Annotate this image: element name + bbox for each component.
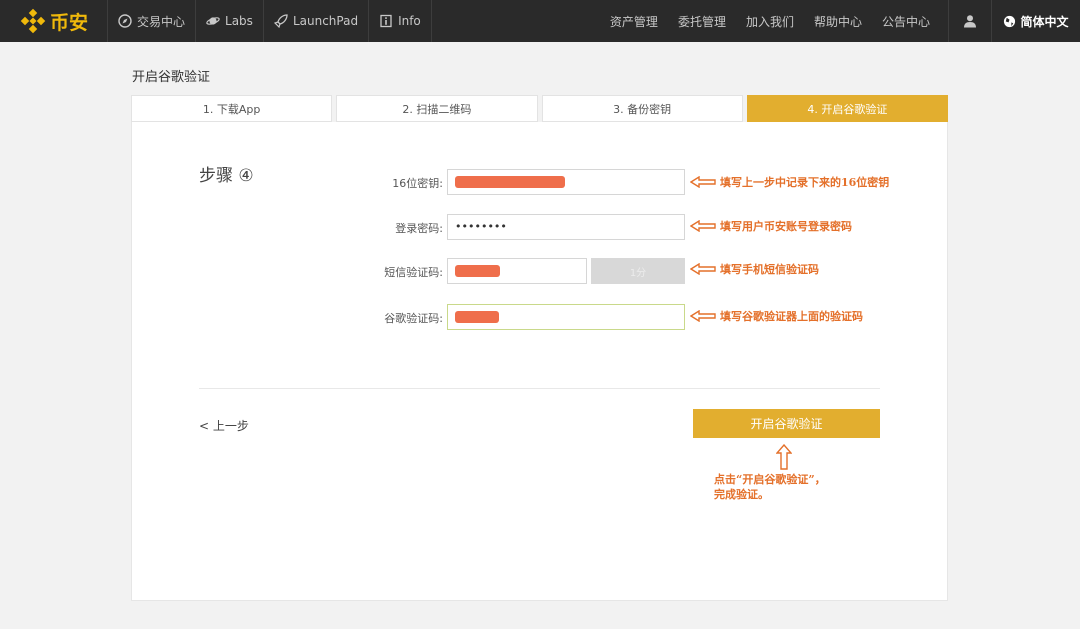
annotation-text: 填写手机短信验证码: [720, 263, 819, 276]
nav-announcements[interactable]: 公告中心: [872, 13, 940, 30]
sms-code-label: 短信验证码:: [384, 266, 443, 279]
nav-label: 交易中心: [137, 14, 186, 29]
nav-item-launchpad[interactable]: LaunchPad: [264, 0, 370, 42]
nav-left: 交易中心 Labs LaunchPad Info: [108, 0, 432, 42]
nav-asset-management[interactable]: 资产管理: [600, 13, 668, 30]
annotation-login-password: 填写用户币安账号登录密码: [690, 218, 852, 234]
globe-icon: [1004, 15, 1016, 27]
nav-label: LaunchPad: [292, 14, 359, 28]
annotation-google-code: 填写谷歌验证器上面的验证码: [690, 308, 863, 324]
user-icon: [964, 15, 976, 28]
annotation-text: 填写用户币安账号登录密码: [720, 220, 852, 233]
step-scan-qr: 2. 扫描二维码: [336, 95, 538, 122]
arrow-left-icon: [690, 220, 716, 232]
step-download-app: 1. 下载App: [131, 95, 333, 122]
compass-icon: [118, 14, 132, 28]
nav-item-labs[interactable]: Labs: [196, 0, 264, 42]
annotation-text: 填写谷歌验证器上面的验证码: [720, 310, 863, 323]
nav-label: Labs: [225, 14, 253, 28]
arrow-left-icon: [690, 263, 716, 275]
nav-right: 资产管理 委托管理 加入我们 帮助中心 公告中心 简体中文: [600, 0, 1080, 42]
page-title: 开启谷歌验证: [132, 70, 211, 85]
google-code-label: 谷歌验证码:: [384, 312, 443, 325]
nav-item-trading-center[interactable]: 交易中心: [108, 0, 197, 42]
annotation-secret-key: 填写上一步中记录下来的16位密钥: [690, 174, 889, 190]
arrow-left-icon: [690, 310, 716, 322]
nav-item-info[interactable]: Info: [369, 0, 432, 42]
step-enable-google-auth: 4. 开启谷歌验证: [746, 95, 948, 122]
section-divider: [199, 388, 880, 389]
arrow-left-icon: [690, 176, 716, 188]
language-label: 简体中文: [1020, 14, 1069, 29]
step-heading: 步骤 ④: [199, 166, 254, 186]
password-mask: ••••••••: [455, 220, 507, 233]
secret-key-label: 16位密钥:: [392, 177, 443, 190]
click-instruction-note: 点击“开启谷歌验证”， 完成验证。: [714, 472, 826, 502]
step-backup-key: 3. 备份密钥: [541, 95, 743, 122]
nav-help-center[interactable]: 帮助中心: [804, 13, 872, 30]
send-sms-button[interactable]: 1分: [591, 258, 685, 284]
click-note-line: 点击“开启谷歌验证”，: [714, 473, 826, 486]
arrow-up-icon: [776, 444, 792, 470]
brand-logo[interactable]: 币安: [0, 0, 108, 42]
redacted-value: [455, 176, 565, 188]
top-navigation-bar: 币安 交易中心 Labs LaunchPad Info 资产管理 委托管理 加入…: [0, 0, 1080, 42]
redacted-value: [455, 265, 500, 277]
previous-step-link[interactable]: < 上一步: [199, 417, 249, 434]
binance-logo-icon: [20, 8, 46, 34]
nav-join-us[interactable]: 加入我们: [736, 13, 804, 30]
user-menu[interactable]: [948, 0, 992, 42]
annotation-text: 填写上一步中记录下来的16位密钥: [720, 176, 890, 189]
language-selector[interactable]: 简体中文: [992, 0, 1080, 42]
step-progress: 1. 下载App 2. 扫描二维码 3. 备份密钥 4. 开启谷歌验证: [131, 95, 948, 122]
info-icon: [380, 14, 392, 28]
annotation-sms-code: 填写手机短信验证码: [690, 261, 819, 277]
redacted-value: [455, 311, 499, 323]
planet-icon: [206, 17, 220, 25]
brand-name: 币安: [50, 11, 89, 34]
click-note-line: 完成验证。: [714, 488, 769, 501]
enable-google-auth-button[interactable]: 开启谷歌验证: [693, 409, 880, 438]
login-password-label: 登录密码:: [395, 222, 443, 235]
rocket-icon: [273, 14, 288, 28]
nav-order-management[interactable]: 委托管理: [668, 13, 736, 30]
nav-label: Info: [398, 14, 421, 28]
